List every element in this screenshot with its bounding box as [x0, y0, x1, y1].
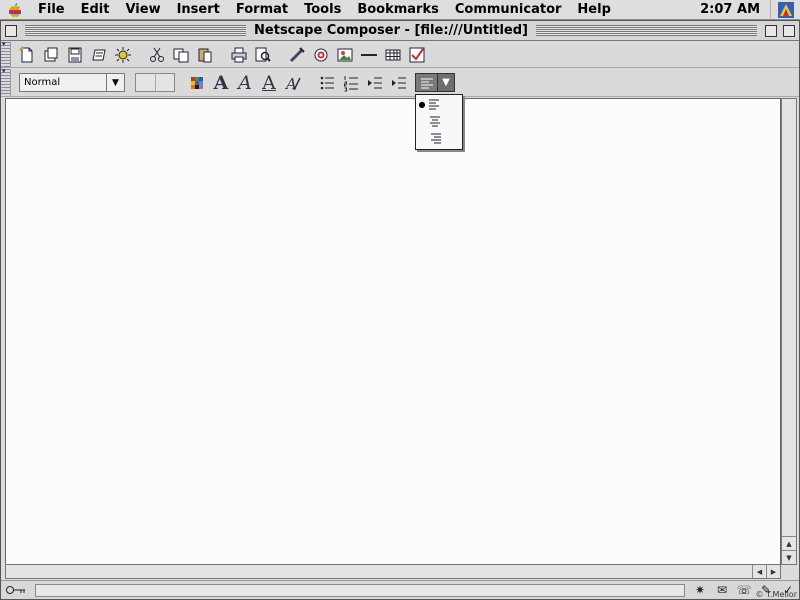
find-icon[interactable]: [251, 44, 275, 66]
editor-area[interactable]: [5, 98, 781, 565]
preview-icon[interactable]: [111, 44, 135, 66]
scroll-up-arrow-icon[interactable]: ▲: [782, 536, 796, 550]
window-title: Netscape Composer - [file:///Untitled]: [254, 23, 528, 38]
chevron-down-icon: ▼: [106, 74, 124, 91]
title-stripes-left: [25, 25, 247, 36]
menu-format[interactable]: Format: [228, 0, 296, 20]
align-left-icon: [416, 74, 438, 91]
publish-icon[interactable]: [87, 44, 111, 66]
netscape-icon[interactable]: [770, 0, 800, 20]
composer-window: Netscape Composer - [file:///Untitled] N…: [0, 20, 800, 600]
copy-icon[interactable]: [169, 44, 193, 66]
text-color-icon[interactable]: [185, 72, 209, 94]
table-icon[interactable]: [381, 44, 405, 66]
chevron-down-icon: ▼: [442, 77, 450, 88]
target-icon[interactable]: [309, 44, 333, 66]
status-bar: ✷ ✉ ☏ ✎ ✓ © T.Mellor: [1, 580, 799, 599]
link-icon[interactable]: [285, 44, 309, 66]
apple-icon[interactable]: [0, 0, 30, 20]
paragraph-style-value: Normal: [24, 77, 61, 88]
menu-view[interactable]: View: [117, 0, 168, 20]
scroll-down-arrow-icon[interactable]: ▼: [782, 550, 796, 564]
title-stripes-right: [535, 25, 758, 36]
toolbar-grip-2[interactable]: [1, 67, 11, 96]
inbox-icon[interactable]: ✉: [711, 581, 733, 599]
alignment-dropdown-menu: ●: [415, 94, 463, 150]
bullet-list-icon[interactable]: [315, 72, 339, 94]
title-bar[interactable]: Netscape Composer - [file:///Untitled]: [1, 21, 799, 41]
menu-bookmarks[interactable]: Bookmarks: [349, 0, 447, 20]
new-icon[interactable]: [15, 44, 39, 66]
horizontal-scrollbar[interactable]: ◀ ▶: [5, 564, 781, 579]
menu-communicator[interactable]: Communicator: [447, 0, 570, 20]
collapse-box[interactable]: [783, 24, 796, 37]
toolbar-grip[interactable]: [1, 40, 11, 67]
status-message: [35, 583, 685, 597]
menu-tools[interactable]: Tools: [296, 0, 349, 20]
paragraph-style-select[interactable]: Normal ▼: [19, 73, 125, 92]
clock[interactable]: 2:07 AM: [690, 0, 770, 20]
numbered-list-icon[interactable]: [339, 72, 363, 94]
open-icon[interactable]: [39, 44, 63, 66]
save-icon[interactable]: [63, 44, 87, 66]
indent-icon[interactable]: [387, 72, 411, 94]
align-left-option[interactable]: ●: [416, 98, 462, 111]
paste-icon[interactable]: [193, 44, 217, 66]
menu-edit[interactable]: Edit: [73, 0, 118, 20]
vertical-scrollbar[interactable]: ▲ ▼: [781, 98, 797, 565]
menu-file[interactable]: File: [30, 0, 73, 20]
image-icon[interactable]: [333, 44, 357, 66]
menu-bar: File Edit View Insert Format Tools Bookm…: [0, 0, 800, 20]
close-box[interactable]: [5, 24, 17, 37]
zoom-box[interactable]: [765, 24, 778, 37]
spell-check-icon[interactable]: [405, 44, 429, 66]
print-icon[interactable]: [227, 44, 251, 66]
align-right-option[interactable]: [416, 132, 462, 145]
navigator-icon[interactable]: ✷: [689, 581, 711, 599]
font-size-select[interactable]: [135, 73, 175, 92]
composition-toolbar: [1, 40, 799, 68]
security-key-icon[interactable]: [1, 581, 31, 599]
alignment-button[interactable]: ▼: [415, 73, 455, 92]
scroll-left-arrow-icon[interactable]: ◀: [752, 565, 766, 578]
scroll-right-arrow-icon[interactable]: ▶: [766, 565, 780, 578]
bold-icon[interactable]: A: [209, 72, 233, 94]
outdent-icon[interactable]: [363, 72, 387, 94]
clear-styles-icon[interactable]: A: [281, 72, 305, 94]
selected-bullet-icon: ●: [418, 100, 426, 109]
menu-help[interactable]: Help: [569, 0, 618, 20]
formatting-toolbar: Normal ▼ A A A A ▼: [1, 67, 799, 97]
menu-insert[interactable]: Insert: [169, 0, 228, 20]
copyright-text: © T.Mellor: [755, 590, 797, 599]
cut-icon[interactable]: [145, 44, 169, 66]
align-right-icon: [428, 129, 442, 148]
horizontal-line-icon[interactable]: [357, 44, 381, 66]
discussions-icon[interactable]: ☏: [733, 581, 755, 599]
underline-icon[interactable]: A: [257, 72, 281, 94]
italic-icon[interactable]: A: [233, 72, 257, 94]
align-center-option[interactable]: [416, 115, 462, 128]
